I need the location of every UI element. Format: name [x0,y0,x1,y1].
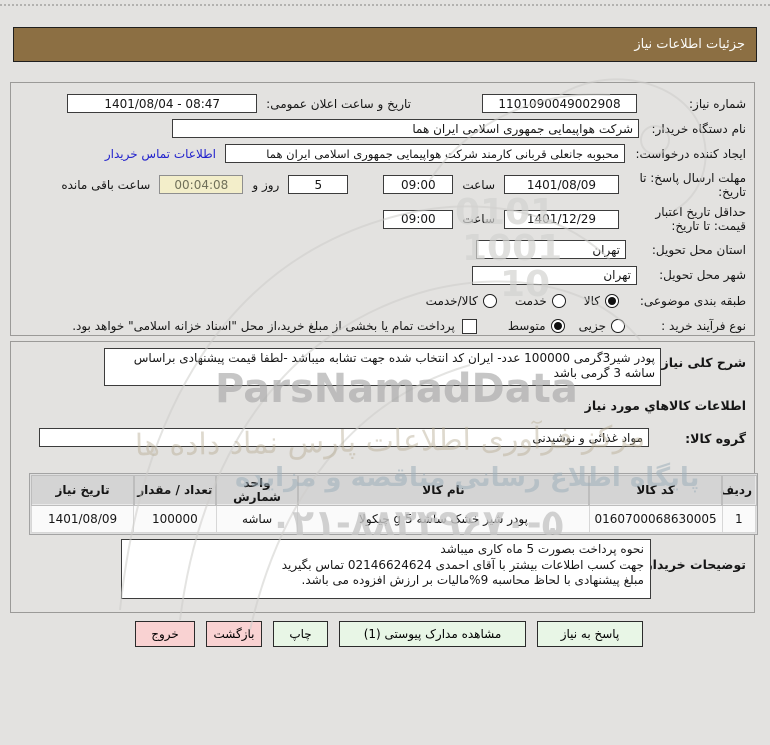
process-type-label: نوع فرآیند خرید : [661,319,746,334]
days-remaining-input[interactable]: 5 [288,175,349,195]
top-dotted-divider [0,4,770,6]
city-row: شهر محل تحویل: تهران [19,265,746,285]
title-bar: جزئیات اطلاعات نیاز [13,27,757,62]
need-number-row: شماره نیاز: 1101090049002908 تاریخ و ساع… [19,94,746,114]
countdown-timer: 00:04:08 [159,175,244,195]
radio-goods-label: کالا [583,294,600,309]
exit-button[interactable]: خروج [135,621,195,647]
response-deadline-time-input[interactable]: 09:00 [383,175,454,195]
print-button[interactable]: چاپ [273,621,328,647]
cell-count-unit: ساشه [215,504,299,533]
radio-partial[interactable] [611,319,625,334]
need-number-label: شماره نیاز: [689,96,746,111]
days-remaining-label: روز و [252,177,280,192]
col-goods-name: نام کالا [296,474,591,506]
radio-partial-label: جزیی [578,319,606,334]
radio-goods[interactable] [605,294,619,309]
request-creator-label: ایجاد کننده درخواست: [635,146,746,161]
province-label: استان محل تحویل: [651,242,746,257]
response-deadline-time-label: ساعت [462,177,495,192]
radio-medium-label: متوسط [507,319,546,334]
col-count-unit: واحد شمارش [215,474,299,506]
response-deadline-label: مهلت ارسال پاسخ: تا تاریخ: [639,170,746,199]
province-row: استان محل تحویل: تهران [19,240,746,260]
treasury-checkbox[interactable] [461,318,477,334]
cell-quantity: 100000 [133,504,217,533]
response-deadline-date-input[interactable]: 1401/08/09 [504,175,619,195]
price-validity-date-input[interactable]: 1401/12/29 [504,209,619,229]
city-input[interactable]: تهران [472,265,637,285]
buyer-notes-line: جهت کسب اطلاعات بیشتر با آقای احمدی 0214… [281,557,644,572]
goods-table-wrapper: ردیف کد کالا نام کالا واحد شمارش تعداد /… [29,473,758,535]
announce-datetime-input[interactable]: 1401/08/04 - 08:47 [67,94,258,114]
col-need-date: تاریخ نیاز [30,474,135,506]
price-validity-row: حداقل تاریخ اعتبار قیمت: تا تاریخ: 1401/1… [19,204,746,235]
city-label: شهر محل تحویل: [659,268,746,283]
radio-medium[interactable] [550,319,565,334]
province-input[interactable]: تهران [476,240,626,260]
countdown-label: ساعت باقی مانده [61,177,151,192]
response-deadline-row: مهلت ارسال پاسخ: تا تاریخ: 1401/08/09 ساع… [19,169,746,200]
buyer-notes-label: توضیحات خریدار: [640,557,746,572]
col-row-number: ردیف [720,474,757,506]
buyer-org-row: نام دستگاه خریدار: شرکت هواپیمایی جمهوری… [19,119,747,139]
request-creator-row: ایجاد کننده درخواست: محبوبه جانعلی قربان… [19,144,746,164]
price-validity-time-label: ساعت [462,212,495,227]
respond-button[interactable]: پاسخ به نیاز [537,621,643,647]
goods-table-row: 1 0160700068630005 پودر شیر خشک ساشه 5 g… [30,504,757,533]
view-attachments-button[interactable]: مشاهده مدارک پیوستی (1) [339,621,526,647]
cell-goods-name: پودر شیر خشک ساشه 5 g چیکولا [297,504,590,533]
classification-row: طبقه بندی موضوعی: کالا خدمت کالا/خدمت [19,294,746,309]
buyer-org-input[interactable]: شرکت هواپیمایی جمهوری اسلامی ایران هما [172,119,639,139]
general-info-panel: شماره نیاز: 1101090049002908 تاریخ و ساع… [10,82,755,336]
request-creator-input[interactable]: محبوبه جانعلی قربانی کارمند شرکت هواپیما… [225,144,625,164]
col-goods-code: کد کالا [587,474,724,506]
treasury-checkbox-label: پرداخت تمام یا بخشی از مبلغ خرید،از محل … [72,319,455,334]
cell-goods-code: 0160700068630005 [588,504,723,533]
buyer-notes-line: مبلغ پیشنهادی با لحاظ محاسبه 9%مالیات بر… [301,573,644,587]
announce-datetime-label: تاریخ و ساعت اعلان عمومی: [266,96,411,111]
goods-table-header-row: ردیف کد کالا نام کالا واحد شمارش تعداد /… [30,474,757,506]
action-buttons-row: پاسخ به نیاز مشاهده مدارک پیوستی (1) چاپ… [0,621,770,647]
need-details-panel: شرح کلی نیاز: پودر شیر3گرمی 100000 عدد- … [10,341,758,613]
process-type-row: نوع فرآیند خرید : جزیی متوسط پرداخت تمام… [19,318,746,335]
need-number-input[interactable]: 1101090049002908 [482,94,637,114]
buyer-org-label: نام دستگاه خریدار: [651,121,747,136]
col-quantity: تعداد / مقدار [132,474,218,506]
cell-row-number: 1 [721,504,757,533]
need-description-label: شرح کلی نیاز: [656,355,746,370]
price-validity-label: حداقل تاریخ اعتبار قیمت: تا تاریخ: [655,205,746,234]
radio-service[interactable] [551,294,566,309]
goods-table: ردیف کد کالا نام کالا واحد شمارش تعداد /… [30,474,757,533]
goods-group-input[interactable]: مواد غذائی و نوشیدنی [39,428,649,447]
buyer-contact-link[interactable]: اطلاعات تماس خریدار [105,147,216,161]
back-button[interactable]: بازگشت [206,621,262,647]
goods-group-label: گروه کالا: [685,431,746,446]
classification-label: طبقه بندی موضوعی: [639,294,746,309]
radio-goods-service-label: کالا/خدمت [425,294,478,309]
buyer-notes-line: نحوه پرداخت بصورت 5 ماه کاری میباشد [440,542,644,556]
page: { "page": { "title": "جزئیات اطلاعات نیا… [0,0,770,745]
page-title: جزئیات اطلاعات نیاز [634,37,745,52]
price-validity-time-input[interactable]: 09:00 [383,209,454,229]
goods-section-header: اطلاعات کالاهاي مورد نیاز [584,398,746,413]
buyer-notes-textarea[interactable]: نحوه پرداخت بصورت 5 ماه کاری میباشد جهت … [121,539,651,599]
radio-service-label: خدمت [514,294,547,309]
radio-goods-service[interactable] [482,294,497,309]
cell-need-date: 1401/08/09 [30,504,135,533]
need-description-textarea[interactable]: پودر شیر3گرمی 100000 عدد- ایران کد انتخا… [104,348,661,386]
